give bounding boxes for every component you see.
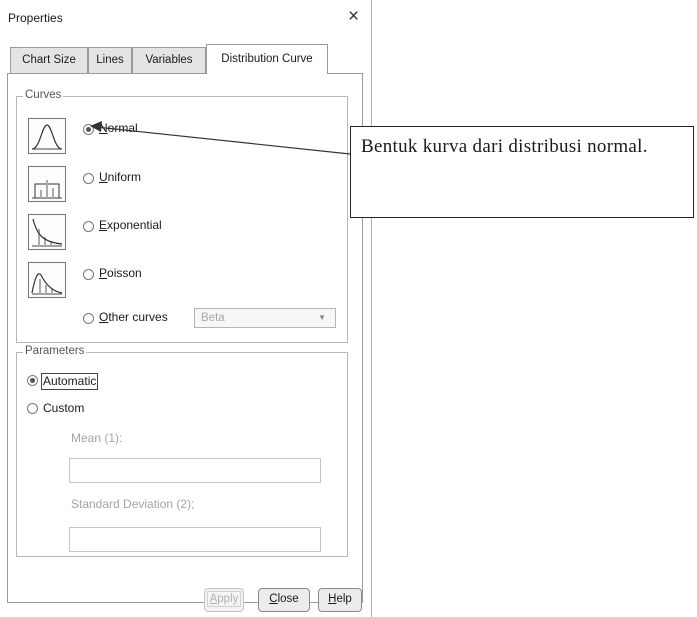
- chevron-down-icon: ▼: [318, 313, 326, 322]
- automatic-radio[interactable]: [27, 375, 38, 386]
- other-curves-label: Other curves: [99, 310, 168, 324]
- mean-label: Mean (1):: [71, 431, 123, 445]
- uniform-label: Uniform: [99, 170, 142, 184]
- poisson-curve-icon: [28, 262, 66, 298]
- normal-curve-icon: [28, 118, 66, 154]
- standard-deviation-field[interactable]: [69, 527, 321, 552]
- close-button[interactable]: Close: [258, 588, 310, 612]
- custom-radio[interactable]: [27, 403, 38, 414]
- other-curves-select[interactable]: Beta ▼: [194, 308, 336, 328]
- curves-group: Curves Normal Uniform Exponential Poisso…: [16, 89, 348, 343]
- tab-distribution-curve[interactable]: Distribution Curve: [206, 44, 328, 74]
- uniform-curve-icon: [28, 166, 66, 202]
- exponential-curve-icon: [28, 214, 66, 250]
- apply-button[interactable]: Apply: [204, 588, 244, 612]
- automatic-label: Automatic: [41, 373, 99, 390]
- tab-chart-size[interactable]: Chart Size: [10, 47, 88, 73]
- tab-lines[interactable]: Lines: [88, 47, 132, 73]
- other-curves-select-value: Beta: [201, 312, 225, 324]
- apply-button-label: Apply: [206, 591, 242, 607]
- annotation-callout: Bentuk kurva dari distribusi normal.: [350, 126, 694, 218]
- help-button[interactable]: Help: [318, 588, 362, 612]
- parameters-group: Parameters Automatic Custom Mean (1): St…: [16, 345, 348, 557]
- custom-label: Custom: [43, 401, 85, 415]
- normal-radio[interactable]: [83, 124, 94, 135]
- title-bar: Properties ×: [0, 0, 372, 36]
- distribution-curve-panel: Curves Normal Uniform Exponential Poisso…: [7, 73, 363, 603]
- normal-label: Normal: [99, 121, 138, 135]
- close-button-label: Close: [269, 593, 299, 605]
- mean-field[interactable]: [69, 458, 321, 483]
- help-button-label: Help: [328, 593, 352, 605]
- window-title: Properties: [8, 11, 63, 25]
- standard-deviation-label: Standard Deviation (2);: [71, 497, 195, 511]
- curves-legend: Curves: [23, 89, 64, 101]
- exponential-label: Exponential: [99, 218, 162, 232]
- other-curves-radio[interactable]: [83, 313, 94, 324]
- poisson-radio[interactable]: [83, 269, 94, 280]
- tab-variables[interactable]: Variables: [132, 47, 206, 73]
- exponential-radio[interactable]: [83, 221, 94, 232]
- uniform-radio[interactable]: [83, 173, 94, 184]
- close-icon[interactable]: ×: [348, 6, 359, 28]
- properties-dialog: Properties × Chart Size Lines Variables …: [0, 0, 372, 617]
- poisson-label: Poisson: [99, 266, 142, 280]
- parameters-legend: Parameters: [23, 345, 87, 357]
